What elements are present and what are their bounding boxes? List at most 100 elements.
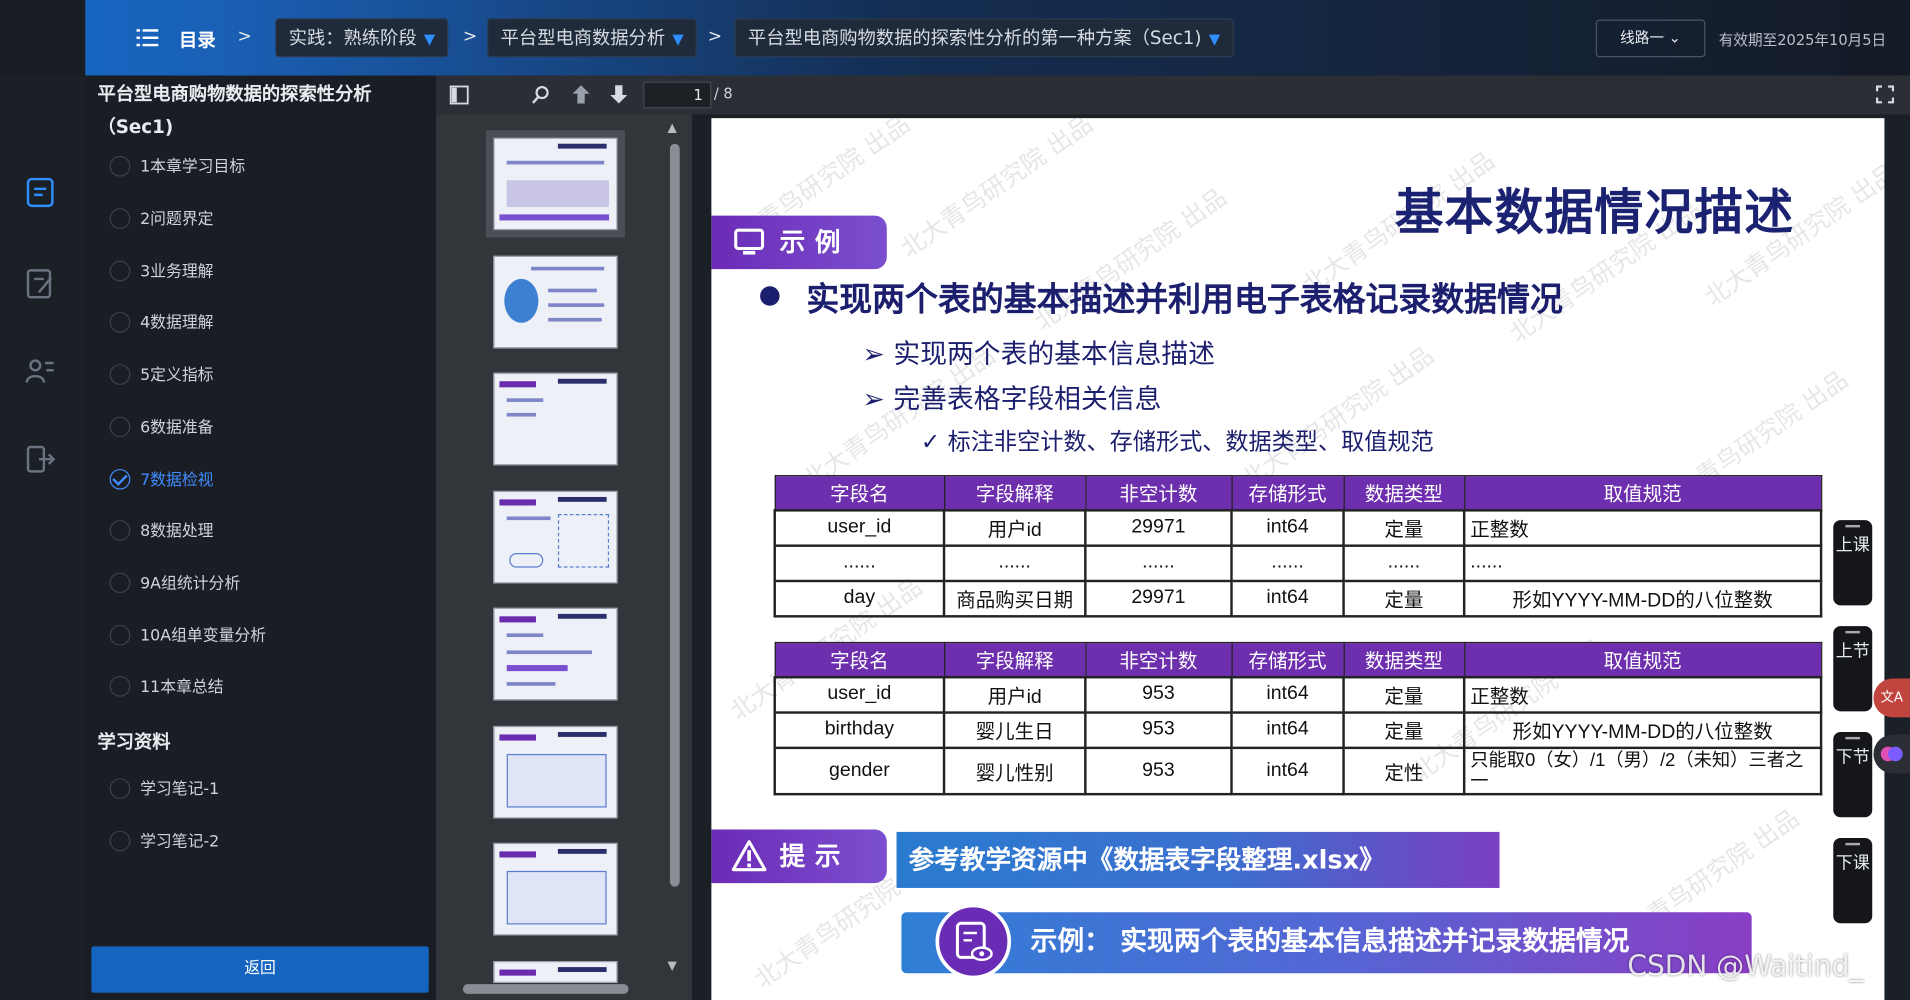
page-thumbnail[interactable] bbox=[493, 725, 618, 819]
route-select[interactable]: 线路一 ⌄ bbox=[1595, 19, 1706, 58]
crumb-practice-stage[interactable]: 实践：熟练阶段 ▼ bbox=[275, 18, 449, 58]
chapter-item[interactable]: 5定义指标 bbox=[109, 363, 214, 390]
resource-label: 学习笔记-2 bbox=[140, 833, 220, 852]
chapter-label: 5定义指标 bbox=[140, 366, 214, 385]
thumb-graphic bbox=[506, 180, 610, 208]
thumb-graphic bbox=[557, 732, 607, 737]
ai-assistant-button[interactable] bbox=[1873, 734, 1910, 774]
example-tag: 示例 bbox=[711, 215, 887, 270]
next-section-button[interactable]: 下节 bbox=[1833, 732, 1873, 818]
chapter-item[interactable]: 3业务理解 bbox=[109, 259, 214, 286]
table-cell: 婴儿性别 bbox=[942, 746, 1087, 795]
chapter-item[interactable]: 1本章学习目标 bbox=[109, 155, 245, 182]
chapter-label: 7数据检视 bbox=[140, 471, 214, 490]
header-cell: 非空计数 bbox=[1084, 475, 1233, 511]
table-cell: ...... bbox=[773, 543, 946, 582]
chapter-item[interactable]: 4数据理解 bbox=[109, 311, 214, 338]
thumb-graphic bbox=[504, 278, 539, 323]
chapter-item[interactable]: 9A组统计分析 bbox=[109, 571, 241, 598]
previous-section-button[interactable]: 上节 bbox=[1833, 626, 1873, 712]
monitor-icon bbox=[734, 228, 765, 255]
table-cell: 定量 bbox=[1342, 675, 1466, 714]
document-icon[interactable] bbox=[24, 177, 56, 209]
chapter-item-active[interactable]: 7数据检视 bbox=[109, 468, 214, 495]
sidebar-toggle-icon[interactable] bbox=[449, 85, 469, 105]
table-cell: 用户id bbox=[942, 508, 1087, 547]
chevron-down-icon: ⌄ bbox=[1668, 29, 1681, 47]
dropdown-triangle-icon: ▼ bbox=[672, 30, 684, 48]
table-header-row: 字段名 字段解释 非空计数 存储形式 数据类型 取值规范 bbox=[774, 475, 1822, 511]
thumb-graphic bbox=[509, 552, 544, 568]
scroll-down-icon[interactable]: ▼ bbox=[668, 960, 677, 973]
crumb-ecommerce-analysis[interactable]: 平台型电商数据分析 ▼ bbox=[487, 18, 698, 58]
chapter-label: 8数据处理 bbox=[140, 522, 214, 541]
search-icon[interactable] bbox=[531, 85, 550, 104]
check-circle-icon bbox=[109, 155, 131, 177]
chapter-item[interactable]: 2问题界定 bbox=[109, 207, 214, 234]
page-thumbnail[interactable] bbox=[493, 490, 618, 584]
end-class-button[interactable]: 下课 bbox=[1833, 838, 1873, 924]
check-circle-icon bbox=[109, 624, 131, 646]
page-thumbnail[interactable] bbox=[493, 961, 618, 983]
header-cell: 存储形式 bbox=[1230, 641, 1345, 678]
table-cell: 定量 bbox=[1342, 710, 1466, 749]
table-cell: 29971 bbox=[1084, 508, 1233, 547]
page-thumbnail[interactable] bbox=[493, 842, 618, 936]
start-class-button[interactable]: 上课 bbox=[1833, 520, 1873, 606]
menu-icon[interactable] bbox=[136, 27, 159, 49]
chapter-item[interactable]: 11本章总结 bbox=[109, 675, 224, 702]
table-cell: 正整数 bbox=[1462, 508, 1823, 547]
watermark: 北大青鸟研究院 出品 bbox=[1236, 340, 1439, 495]
crumb-plan-sec1[interactable]: 平台型电商购物数据的探索性分析的第一种方案（Sec1) ▼ bbox=[734, 18, 1234, 58]
resource-item[interactable]: 学习笔记-2 bbox=[109, 829, 220, 856]
page-thumbnail[interactable] bbox=[486, 130, 625, 238]
chapter-item[interactable]: 6数据准备 bbox=[109, 415, 214, 442]
chapter-item[interactable]: 8数据处理 bbox=[109, 519, 214, 546]
back-button[interactable]: 返回 bbox=[91, 946, 429, 993]
document-eye-icon bbox=[955, 921, 993, 962]
thumb-graphic bbox=[557, 514, 610, 568]
thumb-graphic bbox=[499, 616, 536, 623]
thumb-graphic bbox=[506, 633, 544, 638]
previous-page-icon[interactable] bbox=[571, 84, 590, 105]
check-circle-icon bbox=[109, 520, 131, 541]
table-cell: ...... bbox=[1084, 543, 1233, 582]
page-thumbnail[interactable] bbox=[493, 255, 618, 349]
thumb-graphic bbox=[531, 266, 605, 271]
table-cell: 定量 bbox=[1342, 508, 1466, 547]
next-page-icon[interactable] bbox=[609, 84, 628, 105]
breadcrumb-separator: > bbox=[462, 26, 478, 47]
fullscreen-icon[interactable] bbox=[1876, 85, 1895, 104]
menu-label[interactable]: 目录 bbox=[179, 27, 216, 53]
thumbnail-scrollbar[interactable] bbox=[669, 143, 680, 887]
table-cell: ...... bbox=[1230, 543, 1345, 582]
page-thumbnail[interactable] bbox=[493, 607, 618, 701]
sub-sub-bullet: ✓ 标注非空计数、存储形式、数据类型、取值规范 bbox=[920, 428, 1434, 456]
header-cell: 数据类型 bbox=[1342, 475, 1465, 511]
check-circle-icon bbox=[109, 778, 131, 800]
table-cell: 定性 bbox=[1342, 746, 1466, 795]
horizontal-scrollbar[interactable] bbox=[462, 984, 629, 994]
table-cell: int64 bbox=[1230, 508, 1345, 547]
check-circle-icon bbox=[109, 311, 131, 333]
header-cell: 字段名 bbox=[774, 641, 945, 678]
thumb-graphic bbox=[506, 650, 593, 655]
table-row: day 商品购买日期 29971 int64 定量 形如YYYY-MM-DD的八… bbox=[773, 579, 1823, 617]
exit-icon[interactable] bbox=[24, 443, 56, 475]
thumb-graphic bbox=[499, 499, 536, 506]
translate-button[interactable]: 文A bbox=[1873, 678, 1910, 718]
thumb-graphic bbox=[499, 214, 610, 221]
table-cell: int64 bbox=[1230, 579, 1345, 617]
chapter-item[interactable]: 10A组单变量分析 bbox=[109, 624, 266, 651]
group-icon[interactable] bbox=[24, 356, 56, 388]
resource-item[interactable]: 学习笔记-1 bbox=[109, 777, 220, 804]
page-thumbnail[interactable] bbox=[493, 372, 618, 466]
resource-label: 学习笔记-1 bbox=[140, 780, 220, 800]
crumb-label: 平台型电商购物数据的探索性分析的第一种方案（Sec1) bbox=[747, 26, 1202, 49]
header-cell: 字段解释 bbox=[943, 641, 1086, 678]
edit-note-icon[interactable] bbox=[24, 268, 56, 300]
page-number-input[interactable]: 1 bbox=[643, 81, 712, 109]
chapter-label: 9A组统计分析 bbox=[140, 574, 241, 594]
csdn-watermark: CSDN @Waitind_ bbox=[1627, 951, 1864, 983]
scroll-up-icon[interactable]: ▲ bbox=[668, 122, 677, 135]
